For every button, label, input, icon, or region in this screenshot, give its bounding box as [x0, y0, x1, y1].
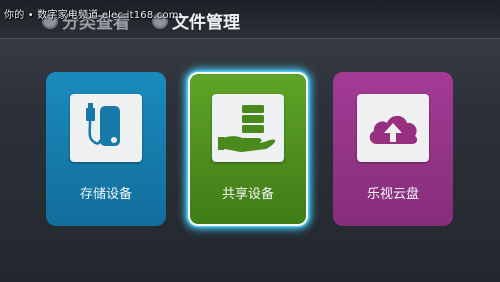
- usb-storage-icon: [86, 103, 120, 146]
- storage-device-label: 存储设备: [79, 187, 132, 202]
- cloud-tile: [357, 94, 429, 162]
- letv-cloud-label: 乐视云盘: [366, 187, 419, 202]
- share-device-icon: [218, 105, 276, 152]
- share-tile: [212, 94, 284, 162]
- cloud-upload-icon: [369, 115, 418, 144]
- storage-tile: [70, 94, 142, 162]
- share-device-card[interactable]: 共享设备: [188, 72, 308, 226]
- share-device-label: 共享设备: [221, 187, 274, 202]
- top-bar: 分类查看 文件管理 你的 • 数字家电频道 elec.it168.com: [0, 0, 500, 39]
- tab-file-management-label: 文件管理: [172, 13, 240, 33]
- watermark: 你的 • 数字家电频道 elec.it168.com: [4, 10, 179, 21]
- storage-device-card[interactable]: 存储设备: [46, 72, 166, 226]
- letv-cloud-card[interactable]: 乐视云盘: [333, 72, 453, 226]
